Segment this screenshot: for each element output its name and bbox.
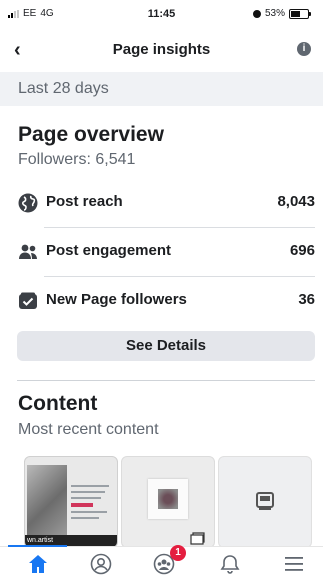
followers-count: Followers: 6,541 [18,151,136,168]
status-bar: EE 4G 11:45 53% [0,0,323,28]
metric-label: New Page followers [46,291,187,308]
info-icon[interactable]: i [297,42,311,56]
active-tab-indicator [8,545,67,547]
metric-value: 696 [289,242,315,259]
metric-label: Post engagement [46,242,172,259]
post-icon [256,492,274,510]
metric-post-reach[interactable]: Post reach 8,043 [18,179,315,227]
date-range-label: Last 28 days [18,80,109,97]
people-icon [19,244,37,259]
see-details-button[interactable]: See Details [17,331,315,361]
content-thumbnail[interactable] [218,456,312,548]
metric-post-engagement[interactable]: Post engagement 696 [18,228,315,276]
metric-new-page-followers[interactable]: New Page followers 36 [18,277,315,325]
alarm-icon [252,9,261,18]
battery-icon [289,8,311,19]
metric-label: Post reach [46,193,123,210]
battery-percent: 53% [264,8,285,19]
date-range-bar[interactable]: Last 28 days [0,72,323,106]
thumbnail-text-lines [71,485,111,523]
tab-bar: 1 [0,545,323,575]
section-divider [17,380,315,381]
thumbnail-image [27,465,67,537]
content-title: Content [18,392,98,415]
globe-icon [18,193,38,213]
page-title: Page insights [112,41,211,58]
gallery-icon [190,532,205,545]
groups-badge: 1 [170,545,186,561]
status-right: 53% [252,8,311,19]
content-thumbnail[interactable] [121,456,215,548]
metric-value: 8,043 [277,193,315,210]
content-thumbnail[interactable]: wn.artist [24,456,118,548]
inbox-check-icon [19,292,37,309]
thumbnail-image [148,479,188,519]
content-subtitle: Most recent content [18,421,159,438]
metric-value: 36 [298,291,315,308]
overview-title: Page overview [18,123,164,146]
nav-bar: ‹ Page insights i [0,30,323,70]
